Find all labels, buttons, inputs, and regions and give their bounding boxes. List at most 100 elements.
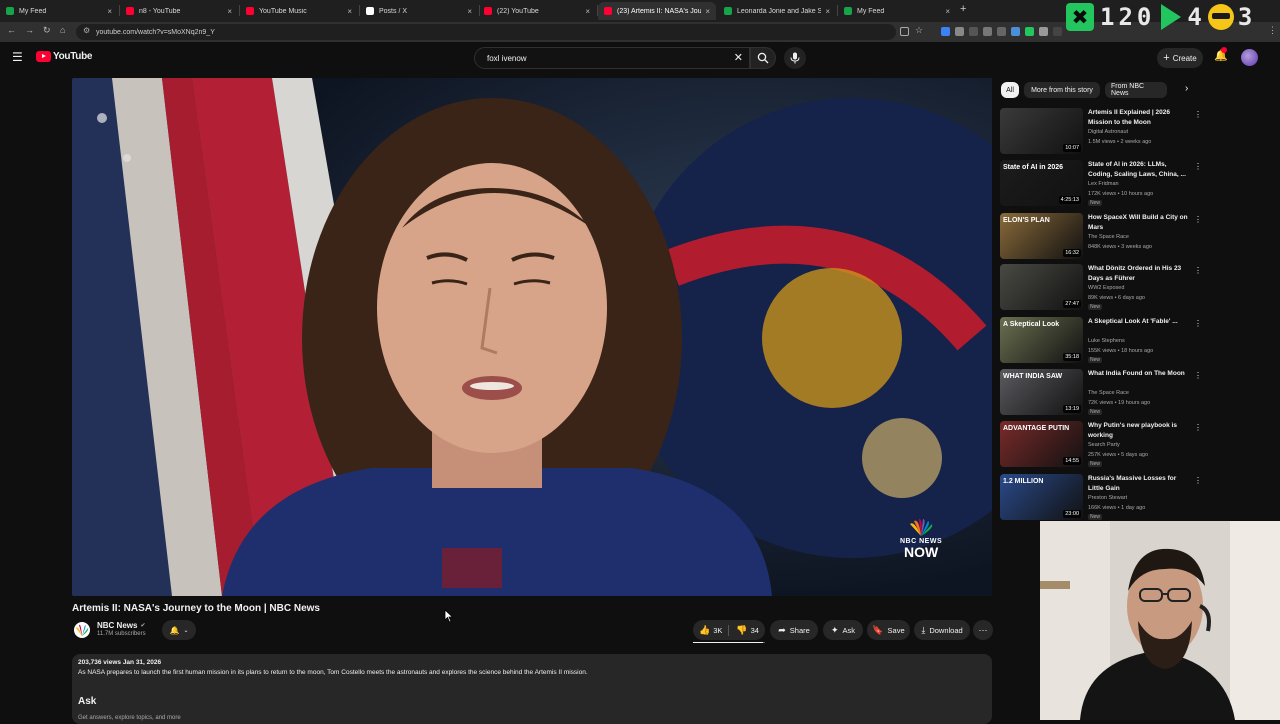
user-avatar[interactable]	[1241, 49, 1258, 66]
recommended-channel-name[interactable]: Digital Astronaut	[1088, 129, 1128, 135]
tab-close-icon[interactable]: ×	[825, 7, 830, 16]
bookmark-star-icon[interactable]: ☆	[915, 25, 923, 36]
like-button[interactable]: 👍 3K	[699, 624, 730, 636]
video-thumbnail[interactable]: 1.2 MILLION 23:00	[1000, 474, 1083, 520]
recommended-video[interactable]: 1.2 MILLION 23:00 Russia's Massive Losses …	[1000, 474, 1210, 522]
recommended-channel-name[interactable]: Lex Fridman	[1088, 181, 1119, 187]
recommended-video-title[interactable]: What India Found on The Moon	[1088, 369, 1190, 379]
video-thumbnail[interactable]: 27:47	[1000, 264, 1083, 310]
dislike-button[interactable]: 👎 34	[733, 625, 759, 636]
recommended-video-title[interactable]: Russia's Massive Losses for Little Gain	[1088, 474, 1190, 494]
tab-close-icon[interactable]: ×	[347, 7, 352, 16]
recommended-video-title[interactable]: How SpaceX Will Build a City on Mars	[1088, 213, 1190, 233]
new-tab-button[interactable]: +	[960, 3, 966, 15]
notification-count-badge	[1221, 47, 1227, 53]
browser-tab[interactable]: (22) YouTube ×	[478, 2, 596, 20]
extension-icon-1[interactable]	[941, 27, 950, 36]
browser-tab[interactable]: Posts / X ×	[360, 2, 478, 20]
chip-more-from-this-story[interactable]: More from this story	[1024, 82, 1100, 98]
recommended-channel-name[interactable]: Luke Stephens	[1088, 338, 1125, 344]
recommended-video-title[interactable]: State of AI in 2026: LLMs, Coding, Scali…	[1088, 160, 1190, 180]
recommended-channel-name[interactable]: Search Party	[1088, 442, 1120, 448]
video-thumbnail[interactable]: State of AI in 2026 4:25:13	[1000, 160, 1083, 206]
recommended-channel-name[interactable]: The Space Race	[1088, 234, 1129, 240]
extension-icon-5[interactable]	[997, 27, 1006, 36]
tab-close-icon[interactable]: ×	[107, 7, 112, 16]
more-options-icon[interactable]: ⋮	[1194, 423, 1202, 432]
video-thumbnail[interactable]: ADVANTAGE PUTIN 14:55	[1000, 421, 1083, 467]
home-icon[interactable]: ⌂	[60, 25, 65, 35]
youtube-logo[interactable]: YouTube	[36, 51, 93, 62]
tab-close-icon[interactable]: ×	[585, 7, 590, 16]
reload-icon[interactable]: ↻	[43, 25, 51, 36]
recommended-video-title[interactable]: Artemis II Explained | 2026 Mission to t…	[1088, 108, 1190, 128]
more-options-icon[interactable]: ⋮	[1194, 110, 1202, 119]
tab-close-icon[interactable]: ×	[467, 7, 472, 16]
browser-tab[interactable]: My Feed ×	[838, 2, 956, 20]
browser-tab[interactable]: n8 - YouTube ×	[120, 2, 238, 20]
recommended-channel-name[interactable]: Preston Stewart	[1088, 495, 1127, 501]
video-thumbnail[interactable]: A Skeptical Look 35:18	[1000, 317, 1083, 363]
browser-tab[interactable]: My Feed ×	[0, 2, 118, 20]
more-actions-button[interactable]: ⋯	[973, 620, 993, 640]
browser-tab[interactable]: Leonarda Jonie and Jake Shiel×	[718, 2, 836, 20]
site-info-icon[interactable]: ⚙	[83, 26, 90, 35]
search-input[interactable]: foxl ivenow ✕	[474, 47, 750, 69]
recommended-video[interactable]: ELON'S PLAN 16:32 How SpaceX Will Build a …	[1000, 213, 1210, 261]
recommended-video-title[interactable]: A Skeptical Look At 'Fable' ...	[1088, 317, 1190, 327]
tab-close-icon[interactable]: ×	[705, 7, 710, 16]
ask-button[interactable]: ✦ Ask	[823, 620, 863, 640]
recommended-video[interactable]: ADVANTAGE PUTIN 14:55 Why Putin's new play…	[1000, 421, 1210, 469]
recommended-video[interactable]: 27:47 What Dönitz Ordered in His 23 Days …	[1000, 264, 1210, 312]
voice-search-button[interactable]	[784, 47, 806, 69]
hamburger-menu-icon[interactable]: ☰	[12, 50, 23, 64]
browser-tab[interactable]: (23) Artemis II: NASA's Jou ×	[598, 2, 716, 20]
create-button[interactable]: + Create	[1157, 48, 1203, 68]
extension-icon-4[interactable]	[983, 27, 992, 36]
channel-avatar[interactable]	[74, 622, 90, 638]
browser-menu-icon[interactable]: ⋮	[1268, 25, 1277, 36]
cast-icon[interactable]	[900, 27, 909, 36]
extension-icon-8[interactable]	[1039, 27, 1048, 36]
tab-close-icon[interactable]: ×	[227, 7, 232, 16]
channel-name[interactable]: NBC News	[97, 621, 137, 630]
recommended-video-title[interactable]: Why Putin's new playbook is working	[1088, 421, 1190, 441]
recommended-channel-name[interactable]: WW2 Exposed	[1088, 285, 1124, 291]
subscription-bell-button[interactable]: 🔔 ⌄	[162, 620, 196, 640]
back-icon[interactable]: ←	[7, 25, 16, 35]
search-button[interactable]	[750, 47, 776, 69]
more-options-icon[interactable]: ⋮	[1194, 266, 1202, 275]
chip-from-nbc-news[interactable]: From NBC News	[1105, 82, 1167, 98]
video-player[interactable]: NBC NEWS NOW	[72, 78, 992, 596]
extension-icon-9[interactable]	[1053, 27, 1062, 36]
share-button[interactable]: ➦ Share	[770, 620, 818, 640]
video-thumbnail[interactable]: WHAT INDIA SAW 13:19	[1000, 369, 1083, 415]
save-button[interactable]: 🔖 Save	[867, 620, 910, 640]
recommended-video[interactable]: WHAT INDIA SAW 13:19 What India Found on T…	[1000, 369, 1210, 417]
recommended-video[interactable]: 10:07 Artemis II Explained | 2026 Mission…	[1000, 108, 1210, 156]
recommended-video-title[interactable]: What Dönitz Ordered in His 23 Days as Fü…	[1088, 264, 1190, 284]
video-thumbnail[interactable]: ELON'S PLAN 16:32	[1000, 213, 1083, 259]
more-options-icon[interactable]: ⋮	[1194, 476, 1202, 485]
clear-search-icon[interactable]: ✕	[734, 51, 743, 64]
description-box[interactable]: 203,736 views Jan 31, 2026 As NASA prepa…	[72, 654, 992, 724]
extension-icon-6[interactable]	[1011, 27, 1020, 36]
tab-close-icon[interactable]: ×	[945, 7, 950, 16]
extension-icon-7[interactable]	[1025, 27, 1034, 36]
address-bar[interactable]: ⚙ youtube.com/watch?v=sMoXNq2n9_Y	[76, 24, 896, 40]
chevron-right-icon[interactable]: ›	[1185, 83, 1188, 94]
recommended-channel-name[interactable]: The Space Race	[1088, 390, 1129, 396]
browser-tab[interactable]: YouTube Music ×	[240, 2, 358, 20]
video-thumbnail[interactable]: 10:07	[1000, 108, 1083, 154]
more-options-icon[interactable]: ⋮	[1194, 215, 1202, 224]
download-button[interactable]: ⤓ Download	[914, 620, 970, 640]
extension-icon-2[interactable]	[955, 27, 964, 36]
extension-icon-3[interactable]	[969, 27, 978, 36]
recommended-video[interactable]: A Skeptical Look 35:18 A Skeptical Look At…	[1000, 317, 1210, 365]
chip-all[interactable]: All	[1001, 82, 1019, 98]
more-options-icon[interactable]: ⋮	[1194, 162, 1202, 171]
recommended-video[interactable]: State of AI in 2026 4:25:13 State of AI in…	[1000, 160, 1210, 208]
more-options-icon[interactable]: ⋮	[1194, 371, 1202, 380]
more-options-icon[interactable]: ⋮	[1194, 319, 1202, 328]
forward-icon[interactable]: →	[25, 25, 34, 35]
